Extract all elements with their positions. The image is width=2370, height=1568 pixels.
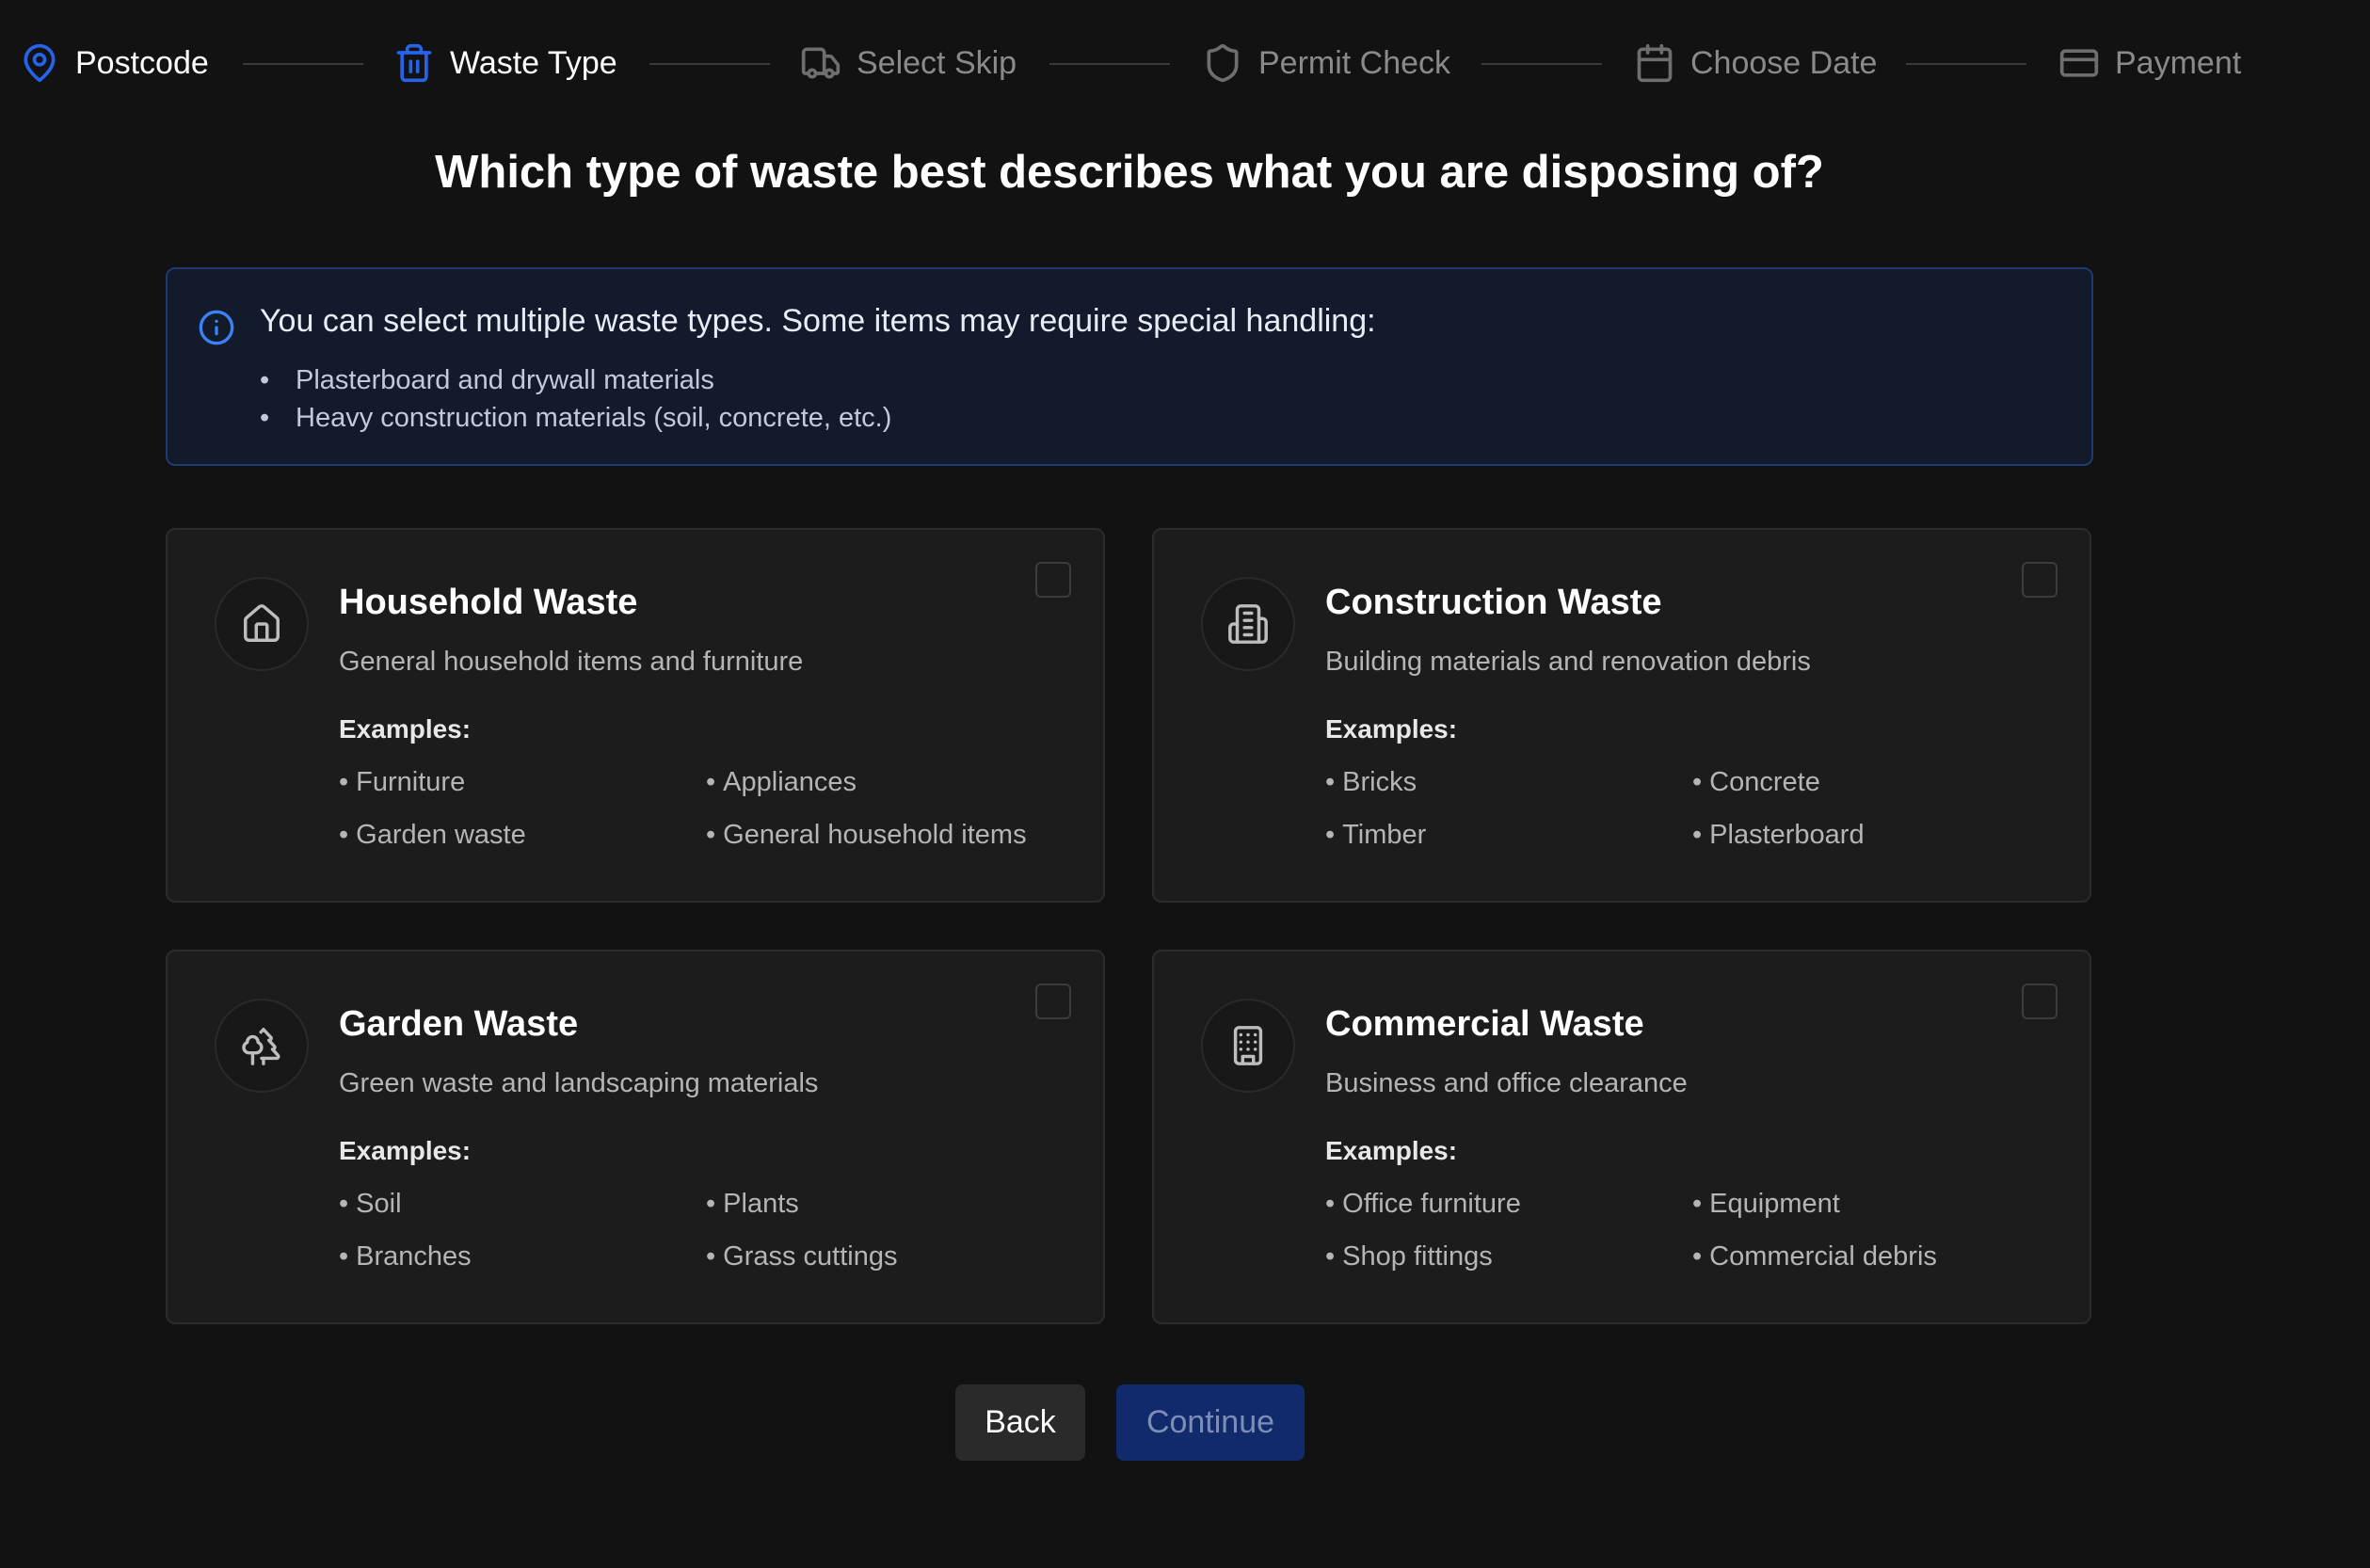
info-list: • Plasterboard and drywall materials • Hea… [260, 361, 892, 437]
step-connector [649, 63, 770, 65]
example-item: • Office furniture [1325, 1189, 1521, 1219]
step-label: Permit Check [1258, 44, 1451, 81]
examples-label: Examples: [339, 714, 472, 744]
step-label: Waste Type [450, 44, 617, 81]
step-choose-date[interactable]: Choose Date [1634, 34, 1877, 92]
select-checkbox[interactable] [1035, 984, 1071, 1019]
card-title: Commercial Waste [1325, 1004, 1644, 1044]
waste-card-household[interactable]: Household Waste General household items … [166, 528, 1105, 903]
trees-icon [242, 1028, 280, 1065]
example-item: • General household items [706, 820, 1027, 850]
step-permit-check[interactable]: Permit Check [1202, 34, 1450, 92]
info-list-item: • Plasterboard and drywall materials [260, 365, 714, 395]
waste-card-construction[interactable]: Construction Waste Building materials an… [1152, 528, 2091, 903]
step-connector [1049, 63, 1170, 65]
info-title: You can select multiple waste types. Som… [260, 303, 1376, 339]
example-item: • Furniture [339, 767, 466, 797]
credit-card-icon [2058, 42, 2100, 84]
trash-icon [393, 42, 435, 84]
step-connector [1481, 63, 1602, 65]
card-description: Building materials and renovation debris [1325, 647, 1811, 677]
building-icon [1228, 604, 1268, 644]
select-checkbox[interactable] [2022, 984, 2058, 1019]
progress-stepper: Postcode Waste Type Select Skip Permit C… [0, 0, 2370, 126]
step-payment[interactable]: Payment [2058, 34, 2241, 92]
examples-label: Examples: [1325, 714, 1458, 744]
continue-button[interactable]: Continue [1116, 1384, 1305, 1461]
office-building-icon [1233, 1026, 1263, 1065]
step-waste-type[interactable]: Waste Type [393, 34, 617, 92]
example-item: • Commercial debris [1692, 1241, 1937, 1272]
waste-card-commercial[interactable]: Commercial Waste Business and office cle… [1152, 950, 2091, 1324]
example-item: • Bricks [1325, 767, 1417, 797]
card-title: Construction Waste [1325, 583, 1662, 622]
back-button[interactable]: Back [955, 1384, 1085, 1461]
card-icon-wrap [215, 999, 309, 1093]
example-item: • Shop fittings [1325, 1241, 1493, 1272]
info-notice: You can select multiple waste types. Som… [166, 267, 2093, 466]
step-label: Select Skip [857, 44, 1017, 81]
shield-icon [1202, 42, 1243, 84]
card-title: Garden Waste [339, 1004, 579, 1044]
example-item: • Soil [339, 1189, 402, 1219]
examples-label: Examples: [1325, 1136, 1458, 1165]
info-icon [199, 310, 234, 345]
card-icon-wrap [1201, 999, 1295, 1093]
card-icon-wrap [215, 577, 309, 671]
card-title: Household Waste [339, 583, 638, 622]
card-description: Green waste and landscaping materials [339, 1068, 819, 1098]
card-description: General household items and furniture [339, 647, 804, 677]
select-checkbox[interactable] [1035, 562, 1071, 598]
waste-card-garden[interactable]: Garden Waste Green waste and landscaping… [166, 950, 1105, 1324]
step-postcode[interactable]: Postcode [19, 34, 209, 92]
example-item: • Appliances [706, 767, 857, 797]
truck-icon [800, 42, 841, 84]
examples-label: Examples: [339, 1136, 472, 1165]
example-item: • Timber [1325, 820, 1427, 850]
example-item: • Plasterboard [1692, 820, 1865, 850]
step-label: Choose Date [1690, 44, 1878, 81]
example-item: • Grass cuttings [706, 1241, 898, 1272]
card-icon-wrap [1201, 577, 1295, 671]
step-select-skip[interactable]: Select Skip [800, 34, 1017, 92]
example-item: • Branches [339, 1241, 472, 1272]
example-item: • Concrete [1692, 767, 1820, 797]
example-item: • Garden waste [339, 820, 526, 850]
calendar-icon [1634, 42, 1675, 84]
example-item: • Plants [706, 1189, 799, 1219]
info-list-item: • Heavy construction materials (soil, con… [260, 403, 892, 433]
step-connector [1906, 63, 2026, 65]
home-icon [244, 604, 280, 642]
page-title: Which type of waste best describes what … [435, 147, 1824, 198]
card-description: Business and office clearance [1325, 1068, 1688, 1098]
step-label: Payment [2115, 44, 2242, 81]
step-label: Postcode [75, 44, 209, 81]
select-checkbox[interactable] [2022, 562, 2058, 598]
example-item: • Equipment [1692, 1189, 1840, 1219]
map-pin-icon [19, 42, 60, 84]
step-connector [243, 63, 363, 65]
